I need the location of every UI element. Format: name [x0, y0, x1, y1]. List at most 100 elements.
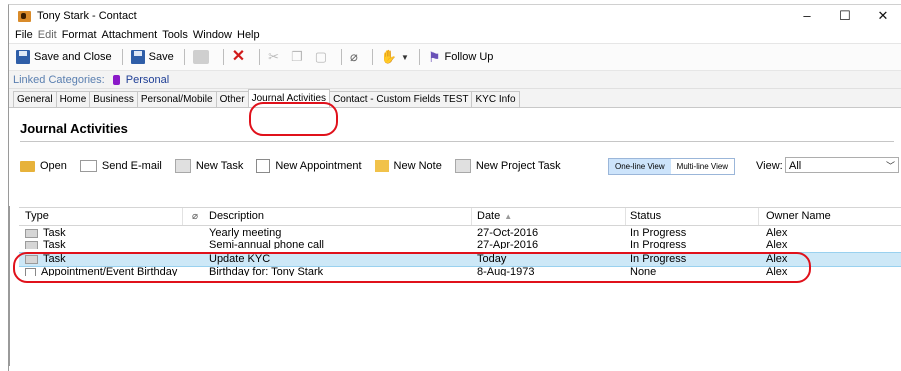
- save-icon: [130, 50, 145, 64]
- tab-strip: General Home Business Personal/Mobile Ot…: [9, 89, 901, 108]
- toolbar-separator: [418, 49, 420, 65]
- table-row[interactable]: Task Semi-annual phone call 27-Apr-2016 …: [19, 240, 901, 251]
- maximize-button[interactable]: ☐: [826, 5, 864, 27]
- row-owner: Alex: [766, 227, 788, 239]
- tab-kyc-info[interactable]: KYC Info: [471, 91, 520, 107]
- tab-personal-mobile[interactable]: Personal/Mobile: [136, 91, 217, 107]
- menu-edit[interactable]: Edit: [38, 29, 57, 41]
- col-owner[interactable]: Owner Name: [766, 208, 831, 225]
- attachment-column-icon[interactable]: ⌀: [192, 208, 198, 225]
- tab-other[interactable]: Other: [215, 91, 249, 107]
- col-date-label: Date: [477, 210, 501, 222]
- new-task-label: New Task: [195, 160, 244, 172]
- new-task-button[interactable]: New Task: [174, 159, 244, 173]
- delete-icon: ✕: [231, 48, 246, 65]
- row-type: Task: [25, 226, 66, 240]
- tab-custom-fields[interactable]: Contact - Custom Fields TEST: [329, 91, 473, 107]
- section-title: Journal Activities: [20, 121, 128, 136]
- row-type-text: Task: [43, 227, 66, 239]
- row-type-text: Task: [43, 239, 66, 251]
- row-date: 27-Apr-2016: [477, 239, 539, 251]
- attach-button[interactable]: ⌀: [350, 49, 362, 65]
- row-description: Yearly meeting: [209, 227, 282, 239]
- new-appointment-label: New Appointment: [275, 160, 362, 172]
- paste-icon: ▢: [314, 49, 328, 64]
- save-icon: [16, 50, 30, 64]
- save-button[interactable]: Save: [130, 50, 174, 64]
- pane-border: [0, 206, 10, 366]
- column-separator: [758, 208, 759, 225]
- menu-bar: File Edit Format Attachment Tools Window…: [9, 27, 901, 43]
- toolbar: Save and Close Save ✕ ✂ ❐ ▢ ⌀ ✋ ▼ ⚑ Foll…: [9, 43, 901, 71]
- column-separator: [625, 208, 626, 225]
- col-description[interactable]: Description: [209, 208, 264, 225]
- category-color-icon: [112, 74, 120, 85]
- delete-button[interactable]: ✕: [231, 48, 249, 65]
- send-button[interactable]: [192, 50, 213, 64]
- view-mode-toggle: One-line View Multi-line View: [608, 158, 736, 175]
- new-project-task-label: New Project Task: [475, 160, 561, 172]
- hand-icon: ✋: [380, 49, 398, 64]
- copy-icon: ❐: [291, 49, 303, 64]
- row-description: Semi-annual phone call: [209, 239, 324, 251]
- new-note-label: New Note: [393, 160, 442, 172]
- sort-ascending-icon: ▲: [504, 212, 513, 221]
- send-email-button[interactable]: Send E-mail: [79, 160, 162, 172]
- column-separator: [471, 208, 472, 225]
- menu-tools[interactable]: Tools: [162, 29, 188, 41]
- one-line-view-button[interactable]: One-line View: [609, 159, 671, 174]
- task-icon: [25, 228, 38, 238]
- new-project-task-button[interactable]: New Project Task: [454, 159, 561, 173]
- toolbar-separator: [371, 49, 373, 65]
- new-appointment-button[interactable]: New Appointment: [256, 159, 362, 173]
- send-email-label: Send E-mail: [101, 160, 162, 172]
- toolbar-separator: [222, 49, 224, 65]
- view-select[interactable]: All ﹀: [785, 157, 899, 173]
- menu-window[interactable]: Window: [193, 29, 232, 41]
- col-date[interactable]: Date ▲: [477, 208, 512, 225]
- mark-button[interactable]: ✋ ▼: [381, 49, 409, 65]
- open-button[interactable]: Open: [20, 160, 67, 172]
- chevron-down-icon: ﹀: [885, 161, 895, 171]
- category-personal[interactable]: Personal: [126, 74, 169, 86]
- flag-icon: ⚑: [427, 48, 441, 65]
- follow-up-label: Follow Up: [444, 51, 494, 63]
- tab-business[interactable]: Business: [89, 91, 138, 107]
- linked-categories-bar: Linked Categories: Personal: [9, 71, 901, 89]
- journal-action-bar: Open Send E-mail New Task New Appointmen…: [9, 153, 901, 179]
- highlight-annotation-row: [13, 252, 811, 283]
- tab-home[interactable]: Home: [55, 91, 91, 107]
- open-label: Open: [40, 160, 67, 172]
- toolbar-separator: [259, 49, 261, 65]
- table-row[interactable]: Task Yearly meeting 27-Oct-2016 In Progr…: [19, 226, 901, 240]
- save-and-close-button[interactable]: Save and Close: [16, 50, 112, 64]
- window-title: Tony Stark - Contact: [37, 10, 137, 22]
- menu-format[interactable]: Format: [62, 29, 97, 41]
- title-bar: Tony Stark - Contact – ☐ ✕: [9, 5, 901, 27]
- col-type[interactable]: Type: [25, 208, 49, 225]
- follow-up-button[interactable]: ⚑ Follow Up: [428, 49, 493, 66]
- highlight-annotation-tab: [249, 102, 338, 136]
- toolbar-separator: [183, 49, 185, 65]
- column-separator: [182, 208, 183, 225]
- save-label: Save: [148, 51, 174, 63]
- chevron-down-icon: ▼: [401, 52, 409, 62]
- envelope-icon: [79, 160, 97, 172]
- menu-help[interactable]: Help: [237, 29, 260, 41]
- close-button[interactable]: ✕: [864, 5, 901, 27]
- menu-attachment[interactable]: Attachment: [102, 29, 158, 41]
- tab-general[interactable]: General: [13, 91, 57, 107]
- menu-file[interactable]: File: [15, 29, 33, 41]
- multi-line-view-button[interactable]: Multi-line View: [670, 159, 735, 174]
- minimize-button[interactable]: –: [788, 5, 826, 27]
- project-task-icon: [454, 159, 471, 173]
- row-type: Task: [25, 239, 66, 251]
- grid-header: Type ⌀ Description Date ▲ Status Owner Na…: [19, 208, 901, 226]
- col-status[interactable]: Status: [630, 208, 661, 225]
- new-note-button[interactable]: New Note: [374, 160, 442, 172]
- cut-button[interactable]: ✂: [268, 49, 283, 65]
- copy-button[interactable]: ❐: [291, 49, 307, 65]
- note-icon: [374, 160, 389, 172]
- paste-button[interactable]: ▢: [315, 49, 331, 65]
- section-divider: [20, 141, 894, 142]
